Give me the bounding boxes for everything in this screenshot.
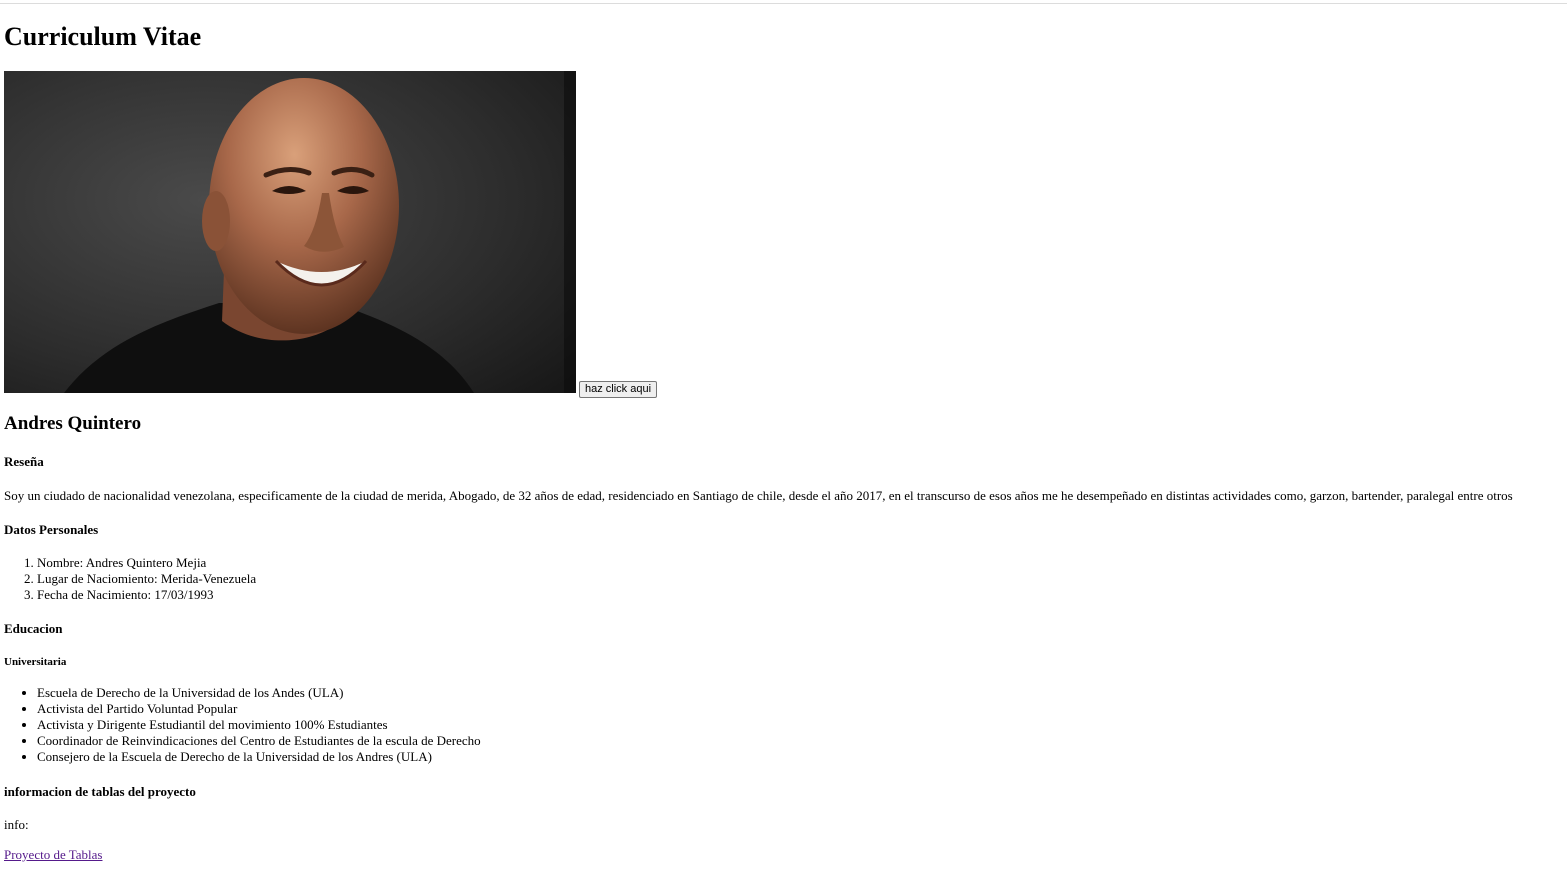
top-divider	[0, 3, 1567, 4]
list-item: Coordinador de Reinvindicaciones del Cen…	[37, 733, 481, 749]
page-title: Curriculum Vitae	[4, 22, 202, 51]
profile-photo	[4, 71, 576, 393]
tablas-heading: informacion de tablas del proyecto	[4, 784, 196, 799]
list-item: Consejero de la Escuela de Derecho de la…	[37, 749, 481, 765]
educacion-list: Escuela de Derecho de la Universidad de …	[4, 685, 481, 765]
click-here-button[interactable]: haz click aqui	[579, 381, 658, 398]
list-item: Lugar de Naciomiento: Merida-Venezuela	[37, 571, 256, 587]
resena-text: Soy un ciudado de nacionalidad venezolan…	[4, 488, 1513, 503]
info-label: info:	[4, 817, 29, 832]
datos-personales-list: Nombre: Andres Quintero Mejia Lugar de N…	[4, 555, 256, 603]
datos-personales-heading: Datos Personales	[4, 522, 99, 537]
list-item: Escuela de Derecho de la Universidad de …	[37, 685, 481, 701]
proyecto-tablas-link[interactable]: Proyecto de Tablas	[4, 846, 103, 863]
universitaria-subheading: Universitaria	[4, 656, 67, 668]
list-item: Activista y Dirigente Estudiantil del mo…	[37, 717, 481, 733]
list-item: Nombre: Andres Quintero Mejia	[37, 555, 256, 571]
resena-heading: Reseña	[4, 454, 44, 469]
educacion-heading: Educacion	[4, 621, 63, 636]
list-item: Activista del Partido Voluntad Popular	[37, 701, 481, 717]
list-item: Fecha de Nacimiento: 17/03/1993	[37, 587, 256, 603]
photo-row: haz click aqui	[4, 71, 704, 398]
person-name: Andres Quintero	[4, 413, 142, 434]
